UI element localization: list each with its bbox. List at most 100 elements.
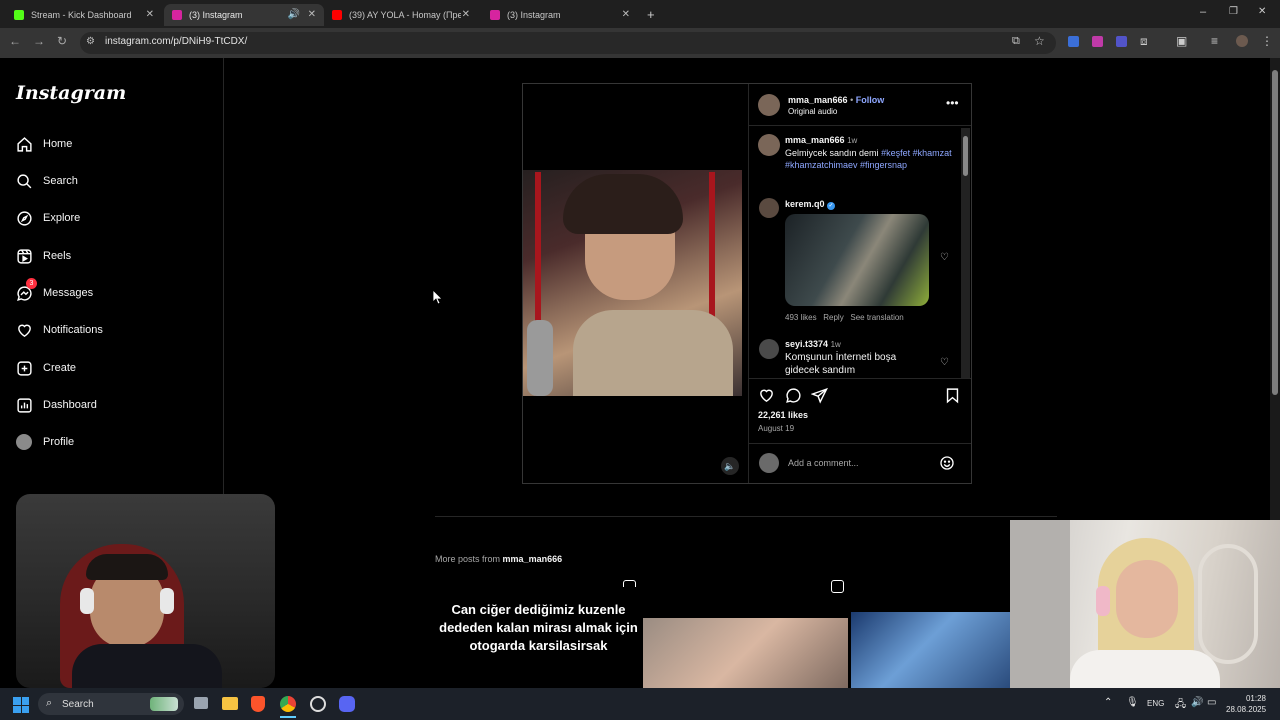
microphone-icon[interactable]: 🎙	[1126, 697, 1139, 708]
close-tab-icon[interactable]: ✕	[622, 9, 630, 20]
commenter-avatar[interactable]	[759, 339, 779, 359]
tab-instagram[interactable]: (3) Instagram ✕	[482, 4, 638, 26]
volume-icon[interactable]: 🔊	[1191, 697, 1203, 708]
reel-video-frame[interactable]	[523, 170, 742, 396]
windows-start-icon[interactable]	[13, 697, 29, 713]
chrome-icon[interactable]	[280, 696, 296, 712]
comment-likes[interactable]: 493 likes	[785, 313, 817, 322]
nav-search[interactable]: Search	[16, 170, 78, 192]
browser-tab-strip: Stream - Kick Dashboard ✕ (3) Instagram …	[0, 0, 1280, 28]
comment-bubble-icon[interactable]	[785, 387, 802, 404]
nav-messages[interactable]: 3 Messages	[16, 278, 93, 304]
audio-playing-icon[interactable]: 🔊	[288, 9, 300, 20]
close-window-icon[interactable]: ✕	[1258, 6, 1266, 17]
media-control-icon[interactable]: ≡	[1211, 34, 1218, 48]
language-indicator[interactable]: ENG	[1147, 699, 1164, 708]
commenter-username[interactable]: seyi.t3374	[785, 339, 828, 349]
discord-icon[interactable]	[339, 696, 355, 712]
compass-icon	[17, 210, 32, 226]
save-bookmark-icon[interactable]	[944, 387, 961, 404]
comment-time: 1w	[830, 340, 841, 349]
extension-icon[interactable]	[1116, 36, 1127, 47]
browser-menu-icon[interactable]: ⋮	[1261, 34, 1273, 48]
caption-avatar[interactable]	[758, 134, 780, 156]
search-highlight-image	[150, 697, 178, 711]
battery-icon[interactable]: ▭	[1207, 697, 1216, 708]
close-tab-icon[interactable]: ✕	[146, 9, 154, 20]
clock-date[interactable]: 28.08.2025	[1226, 705, 1266, 714]
caption-time: 1w	[847, 136, 858, 145]
close-tab-icon[interactable]: ✕	[308, 9, 316, 20]
back-icon[interactable]: ←	[9, 34, 21, 48]
comment-like-icon[interactable]: ♡	[940, 357, 949, 368]
network-icon[interactable]: 🖧	[1175, 697, 1186, 714]
install-app-icon[interactable]: ⧉	[1012, 35, 1020, 48]
extensions-puzzle-icon[interactable]: ⧈	[1140, 34, 1148, 49]
likes-count[interactable]: 22,261 likes	[758, 410, 808, 420]
nav-label: Reels	[43, 250, 72, 262]
commenter-avatar[interactable]	[759, 198, 779, 218]
share-send-icon[interactable]	[811, 387, 828, 404]
see-translation-button[interactable]: See translation	[850, 313, 903, 322]
restore-icon[interactable]: ❐	[1229, 6, 1238, 17]
grid-post[interactable]: Can ciğer dediğimiz kuzenle dededen kala…	[435, 587, 640, 688]
obs-icon[interactable]	[310, 696, 326, 712]
nav-dashboard[interactable]: Dashboard	[16, 394, 97, 416]
clock-time[interactable]: 01:28	[1232, 694, 1266, 703]
microphone	[527, 320, 553, 396]
close-tab-icon[interactable]: ✕	[462, 9, 470, 20]
nav-create[interactable]: Create	[16, 357, 76, 379]
tab-instagram-active[interactable]: (3) Instagram 🔊 ✕	[164, 4, 324, 26]
tab-youtube[interactable]: (39) AY YOLA - Homay (Пресм... ✕	[324, 4, 478, 26]
site-info-icon[interactable]: ⚙	[86, 36, 95, 47]
profile-avatar-icon[interactable]	[1236, 35, 1248, 47]
follow-button[interactable]: Follow	[856, 95, 885, 105]
brave-browser-icon[interactable]	[251, 696, 265, 712]
url-text[interactable]: instagram.com/p/DNiH9-TtCDX/	[105, 36, 247, 47]
caption-username[interactable]: mma_man666	[785, 135, 845, 145]
extension-icon[interactable]	[1068, 36, 1079, 47]
nav-reels[interactable]: Reels	[16, 245, 71, 267]
like-heart-icon[interactable]	[758, 387, 775, 404]
nav-label: Profile	[43, 436, 75, 448]
tray-overflow-icon[interactable]: ⌃	[1104, 697, 1112, 708]
more-options-icon[interactable]: •••	[946, 96, 959, 110]
nav-profile[interactable]: Profile	[16, 431, 74, 453]
active-app-indicator	[280, 716, 296, 718]
comment-meta: 493 likes Reply See translation	[785, 313, 904, 322]
reply-button[interactable]: Reply	[823, 313, 843, 322]
add-comment-input[interactable]: Add a comment...	[788, 458, 859, 468]
grid-post[interactable]	[851, 612, 1010, 688]
grid-post[interactable]	[643, 618, 848, 688]
commenter-username[interactable]: kerem.q0	[785, 199, 825, 209]
emoji-icon[interactable]	[939, 455, 955, 471]
nav-explore[interactable]: Explore	[16, 207, 80, 229]
file-explorer-icon[interactable]	[222, 697, 238, 710]
forward-icon[interactable]: →	[33, 34, 45, 48]
author-username[interactable]: mma_man666	[788, 95, 848, 105]
tab-title: Stream - Kick Dashboard	[31, 10, 132, 20]
side-panel-icon[interactable]: ▣	[1176, 34, 1187, 48]
bookmark-star-icon[interactable]: ☆	[1034, 34, 1045, 48]
reel-indicator-icon	[831, 580, 844, 593]
comments-scroll-thumb[interactable]	[963, 136, 968, 176]
task-view-icon[interactable]	[194, 697, 208, 709]
taskbar-search-label: Search	[62, 699, 94, 710]
page-scroll-thumb[interactable]	[1272, 70, 1278, 395]
nav-notifications[interactable]: Notifications	[16, 319, 103, 341]
mirror	[1198, 544, 1258, 664]
extension-icon[interactable]	[1092, 36, 1103, 47]
reload-icon[interactable]: ↻	[57, 34, 67, 48]
comment-image[interactable]	[785, 214, 929, 306]
nav-home[interactable]: Home	[16, 133, 72, 155]
audio-label[interactable]: Original audio	[788, 107, 837, 116]
author-avatar[interactable]	[758, 94, 780, 116]
mute-toggle-icon[interactable]: 🔈	[721, 457, 739, 475]
minimize-icon[interactable]: –	[1200, 6, 1206, 18]
taskbar-search[interactable]: ⌕ Search	[38, 693, 184, 715]
tab-kick-dashboard[interactable]: Stream - Kick Dashboard ✕	[6, 4, 162, 26]
more-posts-username[interactable]: mma_man666	[503, 554, 563, 564]
comment-like-icon[interactable]: ♡	[940, 252, 949, 263]
new-tab-icon[interactable]: +	[647, 7, 655, 22]
instagram-logo[interactable]: Instagram	[16, 82, 126, 104]
